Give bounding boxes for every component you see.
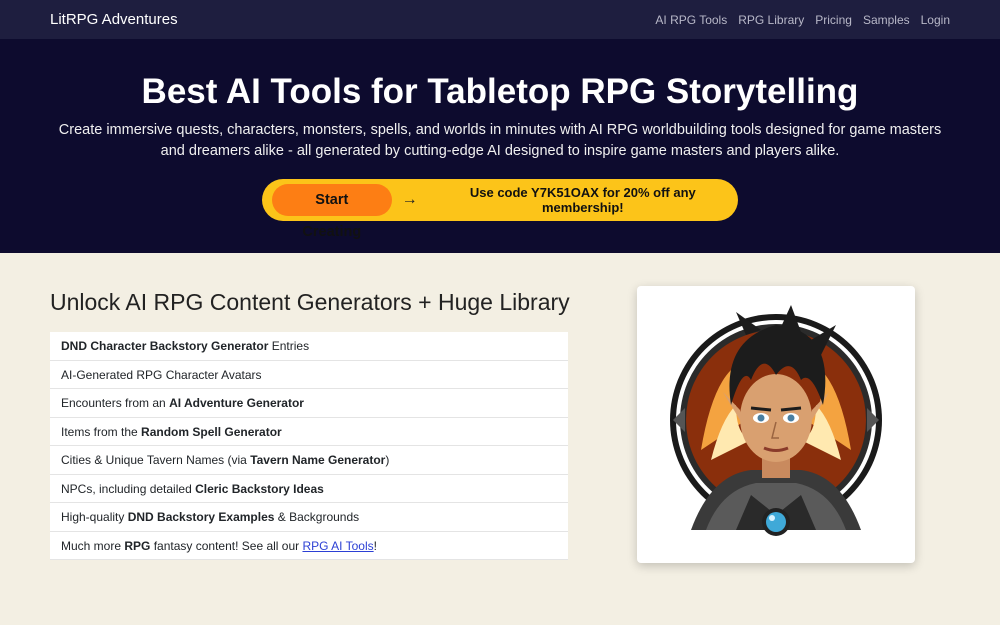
rpg-ai-tools-link[interactable]: RPG AI Tools bbox=[302, 539, 373, 553]
arrow-right-icon: → bbox=[401, 191, 418, 208]
hero-title: Best AI Tools for Tabletop RPG Storytell… bbox=[141, 72, 859, 111]
feature-item: Items from the Random Spell Generator bbox=[50, 417, 568, 446]
feature-list: DND Character Backstory Generator Entrie… bbox=[50, 332, 568, 560]
character-avatar-image bbox=[670, 304, 882, 536]
brand-logo[interactable]: LitRPG Adventures bbox=[50, 11, 178, 28]
feature-item: NPCs, including detailed Cleric Backstor… bbox=[50, 474, 568, 503]
hero-subtitle: Create immersive quests, characters, mon… bbox=[58, 122, 942, 159]
section-heading: Unlock AI RPG Content Generators + Huge … bbox=[50, 289, 570, 315]
features-section: Unlock AI RPG Content Generators + Huge … bbox=[0, 253, 1000, 625]
nav-link-pricing[interactable]: Pricing bbox=[815, 13, 852, 27]
feature-item: High-quality DND Backstory Examples & Ba… bbox=[50, 503, 568, 532]
start-creating-button[interactable]: Start Creating bbox=[272, 184, 392, 240]
nav-link-rpg-library[interactable]: RPG Library bbox=[738, 13, 804, 27]
nav-links: AI RPG Tools RPG Library Pricing Samples… bbox=[655, 13, 950, 27]
feature-item: Much more RPG fantasy content! See all o… bbox=[50, 531, 568, 560]
feature-item: AI-Generated RPG Character Avatars bbox=[50, 360, 568, 389]
navbar: LitRPG Adventures AI RPG Tools RPG Libra… bbox=[0, 0, 1000, 39]
nav-link-login[interactable]: Login bbox=[921, 13, 950, 27]
feature-item: DND Character Backstory Generator Entrie… bbox=[50, 332, 568, 361]
nav-link-samples[interactable]: Samples bbox=[863, 13, 910, 27]
feature-item: Encounters from an AI Adventure Generato… bbox=[50, 389, 568, 418]
nav-link-ai-rpg-tools[interactable]: AI RPG Tools bbox=[655, 13, 727, 27]
feature-item: Cities & Unique Tavern Names (via Tavern… bbox=[50, 446, 568, 475]
cta-banner[interactable]: Start Creating → Use code Y7K51OAX for 2… bbox=[262, 179, 738, 240]
hero: Best AI Tools for Tabletop RPG Storytell… bbox=[0, 39, 1000, 253]
character-avatar-card bbox=[637, 286, 915, 563]
promo-code-text: Use code Y7K51OAX for 20% off any member… bbox=[469, 185, 696, 215]
